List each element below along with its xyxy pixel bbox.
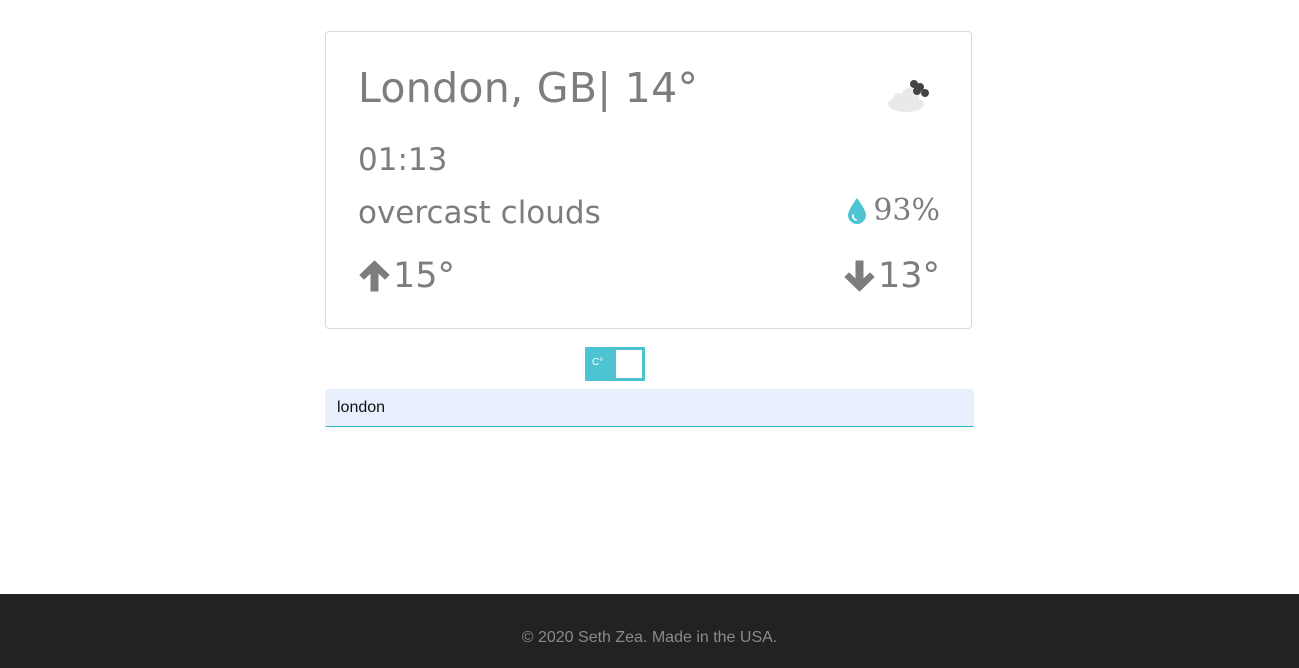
temp-low-value: 13°	[877, 256, 940, 296]
unit-toggle-knob[interactable]	[616, 350, 642, 378]
temp-low: 13°	[843, 254, 940, 298]
unit-toggle-label: C°	[592, 357, 604, 368]
unit-toggle[interactable]: C°	[585, 347, 645, 381]
location-temperature-heading: London, GB| 14°	[358, 64, 699, 112]
temp-high: 15°	[358, 254, 455, 298]
city-search-input[interactable]	[325, 389, 974, 427]
weather-description: overcast clouds	[358, 195, 601, 231]
footer: © 2020 Seth Zea. Made in the USA.	[0, 594, 1299, 668]
page: London, GB| 14° 01:13 overcast clouds 93…	[0, 0, 1299, 668]
footer-copyright: © 2020 Seth Zea. Made in the USA.	[521, 629, 778, 646]
humidity: 93%	[847, 192, 940, 230]
temp-high-value: 15°	[393, 256, 456, 296]
humidity-value: 93%	[873, 193, 940, 228]
local-time: 01:13	[358, 142, 448, 178]
water-drop-icon	[848, 198, 867, 224]
cloud-icon	[888, 80, 929, 112]
arrow-up-icon	[359, 260, 390, 292]
arrow-down-icon	[844, 260, 875, 292]
weather-card: London, GB| 14° 01:13 overcast clouds 93…	[325, 31, 972, 329]
